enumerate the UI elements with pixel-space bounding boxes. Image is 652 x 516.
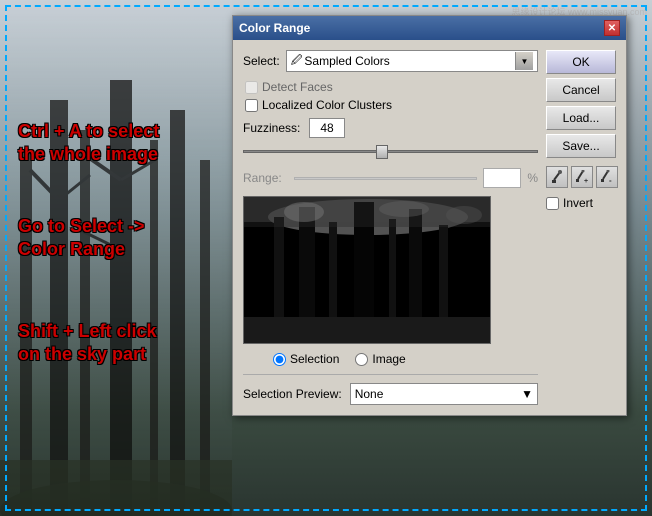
invert-checkbox[interactable] — [546, 197, 559, 210]
eyedropper-button[interactable] — [546, 166, 568, 188]
invert-label: Invert — [563, 196, 593, 210]
fuzziness-slider-container — [243, 142, 538, 160]
svg-text:+: + — [584, 178, 588, 184]
detect-faces-checkbox[interactable] — [245, 81, 258, 94]
invert-row: Invert — [546, 196, 618, 210]
color-range-dialog: Color Range ✕ Select: 🖉 Sampled Colors ▼… — [232, 15, 627, 416]
load-button[interactable]: Load... — [546, 106, 616, 130]
detect-faces-label: Detect Faces — [262, 80, 333, 94]
tool-row: + - — [546, 166, 618, 188]
save-button[interactable]: Save... — [546, 134, 616, 158]
right-panel: OK Cancel Load... Save... — [546, 50, 618, 405]
instruction-text-3: Shift + Left clickon the sky part — [18, 320, 157, 367]
range-row: Range: % — [243, 168, 538, 188]
fuzziness-row: Fuzziness: 48 — [243, 118, 538, 138]
selection-radio-option: Selection — [273, 352, 339, 366]
localized-clusters-row: Localized Color Clusters — [243, 98, 538, 112]
image-radio-option: Image — [355, 352, 405, 366]
range-input[interactable] — [483, 168, 521, 188]
fuzziness-slider-thumb[interactable] — [376, 145, 388, 159]
selection-preview-dropdown[interactable]: None ▼ — [350, 383, 538, 405]
localized-clusters-label: Localized Color Clusters — [262, 98, 392, 112]
cancel-button[interactable]: Cancel — [546, 78, 616, 102]
select-label: Select: — [243, 54, 280, 68]
select-value: Sampled Colors — [304, 54, 515, 68]
eyedropper-plus-button[interactable]: + — [571, 166, 593, 188]
fuzziness-label: Fuzziness: — [243, 121, 303, 135]
range-pct: % — [527, 171, 538, 185]
range-slider-track — [294, 177, 477, 180]
select-dropdown-arrow[interactable]: ▼ — [515, 52, 533, 70]
selection-preview-row: Selection Preview: None ▼ — [243, 374, 538, 405]
image-label: Image — [372, 352, 405, 366]
fuzziness-value[interactable]: 48 — [309, 118, 345, 138]
dialog-body: Select: 🖉 Sampled Colors ▼ Detect Faces … — [233, 40, 626, 415]
instruction-text-1: Ctrl + A to selectthe whole image — [18, 120, 159, 167]
ok-button[interactable]: OK — [546, 50, 616, 74]
detect-faces-row: Detect Faces — [243, 80, 538, 94]
image-radio[interactable] — [355, 353, 368, 366]
selection-preview-label: Selection Preview: — [243, 387, 342, 401]
dialog-title: Color Range — [239, 21, 310, 35]
close-button[interactable]: ✕ — [604, 20, 620, 36]
selection-label: Selection — [290, 352, 339, 366]
range-label: Range: — [243, 171, 288, 185]
selection-preview-arrow[interactable]: ▼ — [521, 387, 533, 401]
svg-text:-: - — [609, 176, 612, 184]
preview-image — [243, 196, 491, 344]
eyedropper-minus-button[interactable]: - — [596, 166, 618, 188]
fuzziness-slider-track — [243, 150, 538, 153]
select-row: Select: 🖉 Sampled Colors ▼ — [243, 50, 538, 72]
select-dropdown[interactable]: 🖉 Sampled Colors ▼ — [286, 50, 538, 72]
dialog-titlebar: Color Range ✕ — [233, 16, 626, 40]
localized-clusters-checkbox[interactable] — [245, 99, 258, 112]
radio-row: Selection Image — [243, 352, 538, 366]
selection-radio[interactable] — [273, 353, 286, 366]
instruction-text-2: Go to Select ->Color Range — [18, 215, 145, 262]
sampled-icon: 🖉 — [291, 52, 303, 71]
left-panel: Select: 🖉 Sampled Colors ▼ Detect Faces … — [243, 50, 538, 405]
selection-preview-value: None — [355, 387, 521, 401]
